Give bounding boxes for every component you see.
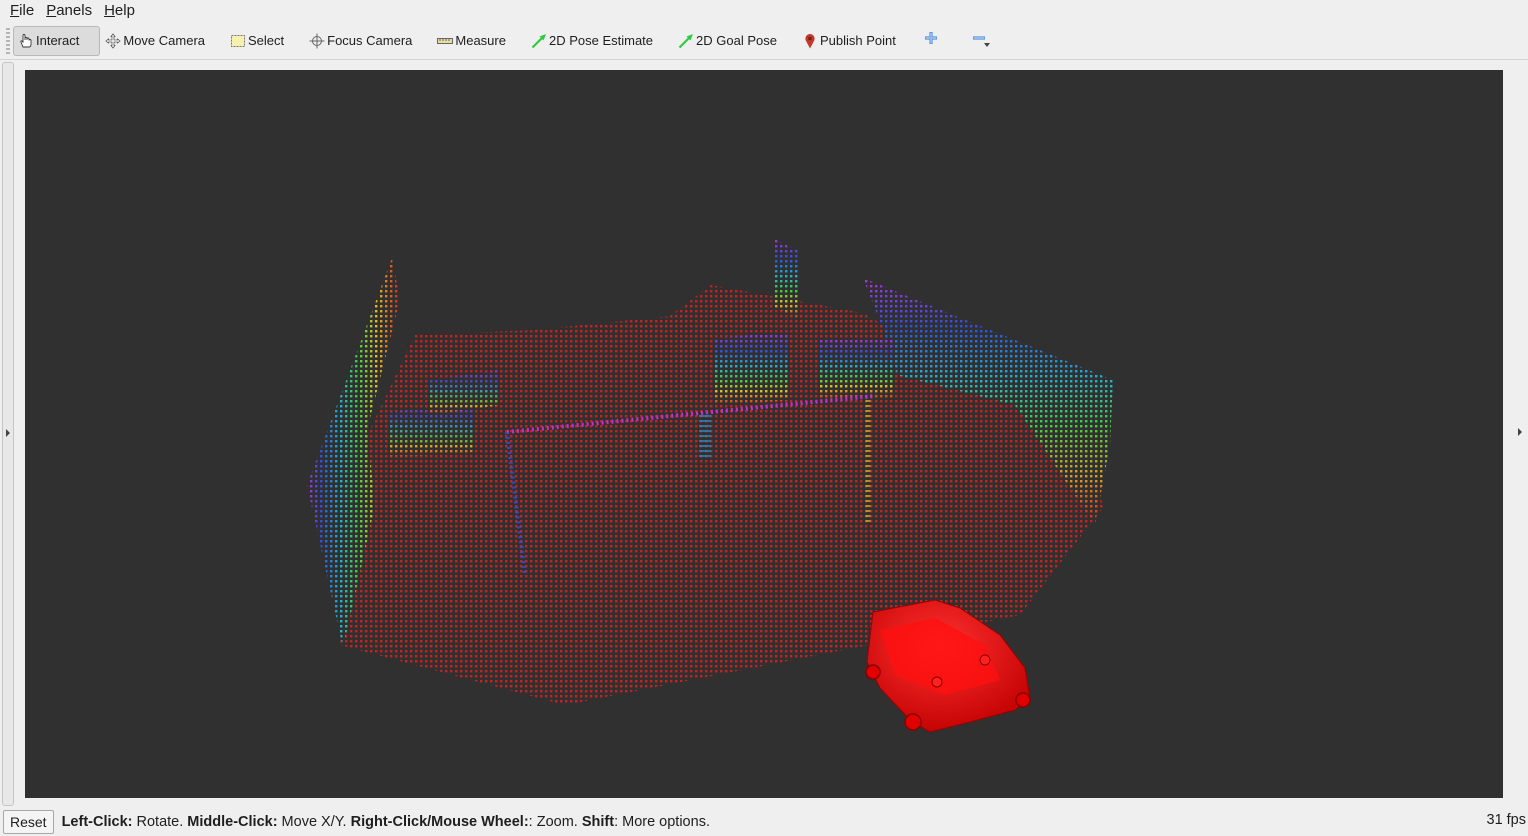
green-arrow-icon — [531, 33, 547, 49]
right-panel-collapse-handle[interactable] — [1512, 62, 1526, 806]
robot-model — [865, 599, 1031, 733]
toolbar-grip[interactable] — [6, 27, 10, 54]
menu-help[interactable]: Help — [98, 0, 141, 22]
tool-2d-pose-estimate[interactable]: 2D Pose Estimate — [526, 26, 659, 56]
tool-interact-label: Interact — [36, 33, 80, 48]
hint-left-click-action: Rotate. — [132, 814, 188, 830]
tools-toolbar: Interact Move Camera Select Focus Camera… — [0, 22, 1528, 60]
tool-publish-point-label: Publish Point — [819, 33, 896, 48]
expand-arrow-icon — [1518, 428, 1522, 436]
move-camera-icon — [105, 32, 121, 49]
hint-right-click-key: Right-Click/Mouse Wheel: — [350, 814, 529, 830]
green-arrow-icon — [678, 33, 694, 49]
tool-interact[interactable]: Interact — [13, 25, 101, 56]
hand-cursor-icon — [18, 33, 34, 49]
left-panel-collapse-handle[interactable] — [2, 62, 14, 806]
menu-panels[interactable]: Panels — [40, 0, 98, 22]
hint-shift-key: Shift — [581, 814, 615, 830]
hint-left-click-key: Left-Click: — [61, 814, 133, 830]
menu-file[interactable]: File — [4, 0, 40, 22]
tool-publish-point[interactable]: Publish Point — [797, 26, 902, 56]
tool-move-camera[interactable]: Move Camera — [100, 26, 211, 56]
select-rect-icon — [230, 33, 246, 49]
tool-2d-goal-pose-label: 2D Goal Pose — [696, 33, 777, 48]
hint-middle-click-key: Middle-Click: — [187, 814, 278, 830]
hint-middle-click-action: Move X/Y. — [277, 814, 351, 830]
tool-2d-pose-estimate-label: 2D Pose Estimate — [548, 33, 654, 48]
reset-button[interactable]: Reset — [3, 810, 54, 834]
3d-render-viewport[interactable] — [25, 70, 1503, 798]
tool-2d-goal-pose[interactable]: 2D Goal Pose — [673, 26, 783, 56]
expand-arrow-icon — [6, 429, 10, 437]
tool-select-label: Select — [248, 33, 285, 48]
status-bar: Reset Left-Click: Rotate. Middle-Click: … — [0, 808, 1528, 836]
ruler-icon — [437, 33, 454, 49]
tool-measure[interactable]: Measure — [432, 26, 512, 56]
add-tool-button[interactable] — [916, 26, 946, 56]
plus-icon — [924, 31, 938, 50]
hint-shift-action: : More options. — [614, 814, 710, 830]
focus-crosshair-icon — [309, 33, 325, 49]
remove-tool-button[interactable] — [964, 26, 994, 56]
point-cloud-scene — [307, 238, 1113, 733]
map-pin-icon — [802, 33, 818, 49]
hint-right-click-action: : Zoom. — [528, 814, 582, 830]
tool-focus-camera[interactable]: Focus Camera — [304, 26, 418, 56]
tool-measure-label: Measure — [455, 33, 506, 48]
tool-select[interactable]: Select — [225, 26, 290, 56]
mouse-hint-text: Left-Click: Rotate. Middle-Click: Move X… — [62, 814, 710, 830]
fps-counter: 31 fps — [1486, 812, 1527, 828]
menu-bar: File Panels Help — [0, 0, 1528, 22]
dropdown-arrow-icon[interactable] — [983, 34, 990, 52]
tool-focus-camera-label: Focus Camera — [327, 33, 413, 48]
tool-move-camera-label: Move Camera — [123, 33, 205, 48]
